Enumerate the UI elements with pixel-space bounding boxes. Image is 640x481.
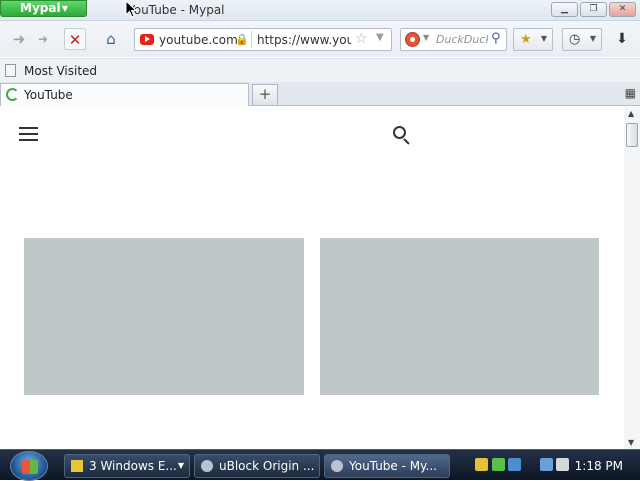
- mypal-icon: [331, 460, 343, 472]
- taskbar-clock[interactable]: 1:18 PM: [575, 459, 623, 473]
- lock-icon[interactable]: 🔒: [235, 33, 249, 46]
- bookmark-most-visited[interactable]: Most Visited: [24, 64, 97, 78]
- vertical-scrollbar[interactable]: ▲ ▼: [624, 107, 640, 449]
- system-tray: 1:18 PM: [470, 452, 640, 480]
- taskbar: 3 Windows E... ▼ uBlock Origin ... YouTu…: [0, 449, 640, 481]
- bookmarks-toolbar: Most Visited: [0, 58, 640, 82]
- windows-logo-icon: [22, 460, 38, 474]
- back-arrow-icon[interactable]: ➜: [8, 28, 30, 50]
- taskbar-item-explorer[interactable]: 3 Windows E... ▼: [64, 454, 190, 478]
- scroll-down-icon[interactable]: ▼: [628, 438, 634, 447]
- home-icon[interactable]: ⌂: [100, 28, 122, 50]
- url-dropdown-icon[interactable]: ▼: [376, 32, 384, 43]
- title-bar: Mypal ▼ YouTube - Mypal ▁ ❐ ✕: [0, 0, 640, 21]
- chevron-down-icon: ▼: [177, 461, 184, 470]
- folder-icon: [5, 64, 16, 77]
- window-title: YouTube - Mypal: [128, 3, 225, 17]
- youtube-favicon-icon: [140, 34, 154, 45]
- scroll-up-icon[interactable]: ▲: [628, 109, 634, 118]
- taskbar-item-youtube[interactable]: YouTube - My...: [324, 454, 450, 478]
- search-icon[interactable]: [393, 126, 412, 145]
- video-thumbnail-placeholder[interactable]: [320, 238, 599, 395]
- bookmark-star-icon[interactable]: ☆: [355, 31, 368, 47]
- display-icon[interactable]: [540, 458, 553, 471]
- hamburger-menu-icon[interactable]: [19, 127, 38, 141]
- search-input[interactable]: DuckDuckGo: [436, 33, 488, 46]
- list-all-tabs-icon[interactable]: ▦: [625, 86, 636, 100]
- url-bar[interactable]: youtube.com 🔒 https://www.youtube.com/ ☆…: [134, 28, 392, 51]
- tab-youtube[interactable]: YouTube: [0, 83, 249, 106]
- magnifier-icon[interactable]: ⚲: [491, 31, 501, 46]
- mouse-cursor-icon: [125, 0, 137, 18]
- history-button[interactable]: ◷ ▼: [562, 28, 602, 51]
- start-button[interactable]: [10, 451, 48, 481]
- bookmarks-icon: ★: [520, 32, 532, 47]
- video-thumbnail-placeholder[interactable]: [24, 238, 304, 395]
- forward-arrow-icon[interactable]: ➜: [34, 28, 52, 50]
- chevron-down-icon: ▼: [589, 34, 596, 43]
- taskbar-item-label: uBlock Origin ...: [219, 459, 315, 473]
- minimize-button[interactable]: ▁: [551, 2, 578, 17]
- url-input[interactable]: https://www.youtube.com/: [257, 33, 351, 47]
- chevron-down-icon: ▼: [61, 4, 68, 13]
- maximize-button[interactable]: ❐: [580, 2, 607, 17]
- browser-window: Mypal ▼ YouTube - Mypal ▁ ❐ ✕ ➜ ➜ ✕ ⌂ yo…: [0, 0, 640, 481]
- taskbar-item-ublock[interactable]: uBlock Origin ...: [194, 454, 320, 478]
- page-content: [0, 107, 624, 449]
- search-bar[interactable]: ▼ DuckDuckGo ⚲: [400, 28, 507, 51]
- new-tab-button[interactable]: +: [252, 84, 278, 105]
- mypal-icon: [201, 460, 213, 472]
- site-identity[interactable]: youtube.com: [159, 33, 238, 47]
- url-divider: [251, 31, 252, 48]
- shield-icon[interactable]: [475, 458, 488, 471]
- network-icon[interactable]: [508, 458, 521, 471]
- tab-strip: YouTube + ▦: [0, 82, 640, 106]
- bookmarks-menu-button[interactable]: ★ ▼: [513, 28, 553, 51]
- volume-muted-icon[interactable]: [556, 458, 569, 471]
- clock-icon: ◷: [569, 32, 581, 47]
- chevron-down-icon: ▼: [540, 34, 547, 43]
- tab-label: YouTube: [24, 88, 73, 102]
- scrollbar-thumb[interactable]: [626, 123, 638, 147]
- stop-icon[interactable]: ✕: [64, 28, 86, 50]
- search-engine-dropdown-icon[interactable]: ▼: [423, 33, 429, 42]
- navigation-toolbar: ➜ ➜ ✕ ⌂ youtube.com 🔒 https://www.youtub…: [0, 21, 640, 57]
- taskbar-item-label: YouTube - My...: [349, 459, 437, 473]
- folder-icon: [71, 460, 83, 472]
- close-button[interactable]: ✕: [609, 2, 636, 17]
- checkmark-icon[interactable]: [492, 458, 505, 471]
- taskbar-item-label: 3 Windows E...: [89, 459, 177, 473]
- loading-spinner-icon: [6, 88, 19, 101]
- window-controls: ▁ ❐ ✕: [551, 2, 636, 17]
- app-menu-button[interactable]: Mypal ▼: [0, 0, 87, 17]
- app-menu-label: Mypal: [20, 1, 61, 15]
- download-icon[interactable]: ⬇: [611, 28, 633, 50]
- duckduckgo-icon[interactable]: [405, 32, 420, 47]
